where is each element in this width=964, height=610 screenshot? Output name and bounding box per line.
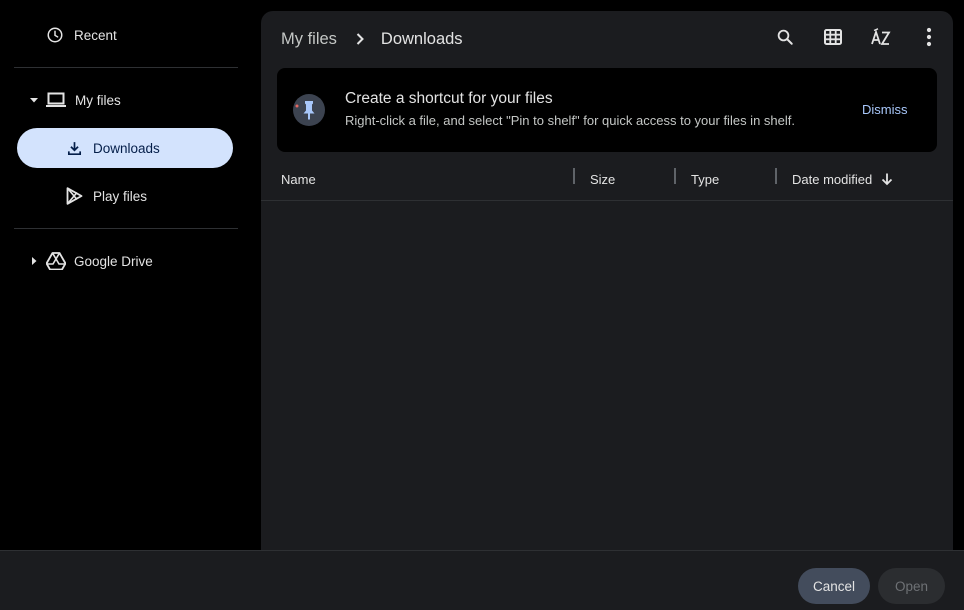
sort-az-icon (871, 28, 891, 51)
cancel-button[interactable]: Cancel (798, 568, 870, 604)
laptop-icon (46, 91, 66, 109)
grid-view-button[interactable] (817, 23, 849, 55)
breadcrumb-downloads: Downloads (381, 30, 463, 49)
dismiss-button[interactable]: Dismiss (862, 102, 908, 117)
arrow-down-icon (880, 172, 894, 186)
google-drive-icon (46, 252, 66, 270)
more-vert-icon (926, 27, 932, 52)
sidebar-item-label: My files (75, 93, 121, 108)
sidebar-item-label: Google Drive (74, 254, 153, 269)
sidebar-item-downloads[interactable]: Downloads (17, 128, 233, 168)
breadcrumb-my-files[interactable]: My files (281, 30, 337, 49)
caret-right-icon[interactable] (28, 255, 40, 267)
sidebar-divider (14, 67, 238, 68)
breadcrumb: My files Downloads (281, 27, 463, 51)
sidebar-item-label: Downloads (93, 141, 160, 156)
download-icon (66, 140, 83, 157)
banner-title: Create a shortcut for your files (345, 90, 553, 108)
column-resize-handle[interactable] (573, 168, 575, 184)
column-header-label: Date modified (792, 172, 872, 187)
banner-description: Right-click a file, and select "Pin to s… (345, 113, 795, 128)
pin-icon (292, 93, 326, 127)
sidebar-item-my-files[interactable]: My files (28, 89, 121, 111)
column-header-size[interactable]: Size (590, 158, 615, 200)
column-header-type[interactable]: Type (691, 158, 719, 200)
sidebar-item-label: Play files (93, 189, 147, 204)
sidebar: Recent My files Downloads Play files Goo… (0, 0, 252, 550)
column-header-date-modified[interactable]: Date modified (792, 158, 894, 200)
sort-button[interactable] (865, 23, 897, 55)
sidebar-divider (14, 228, 238, 229)
sidebar-item-label: Recent (74, 28, 117, 43)
grid-view-icon (824, 28, 842, 51)
file-table-header: Name Size Type Date modified (261, 158, 953, 201)
sidebar-item-google-drive[interactable]: Google Drive (28, 250, 153, 272)
column-resize-handle[interactable] (674, 168, 676, 184)
search-icon (776, 28, 794, 51)
clock-icon (46, 26, 64, 44)
more-options-button[interactable] (913, 23, 945, 55)
column-resize-handle[interactable] (775, 168, 777, 184)
search-button[interactable] (769, 23, 801, 55)
chevron-right-icon (355, 32, 365, 46)
sidebar-item-play-files[interactable]: Play files (66, 185, 147, 207)
open-button: Open (878, 568, 945, 604)
dialog-footer: Cancel Open (0, 550, 964, 610)
play-store-icon (66, 187, 83, 205)
caret-down-icon[interactable] (28, 94, 40, 106)
shortcut-tip-banner: Create a shortcut for your files Right-c… (277, 68, 937, 152)
file-list-panel: My files Downloads Create a shortcut for… (261, 11, 953, 550)
column-header-name[interactable]: Name (281, 158, 316, 200)
sidebar-item-recent[interactable]: Recent (46, 24, 117, 46)
